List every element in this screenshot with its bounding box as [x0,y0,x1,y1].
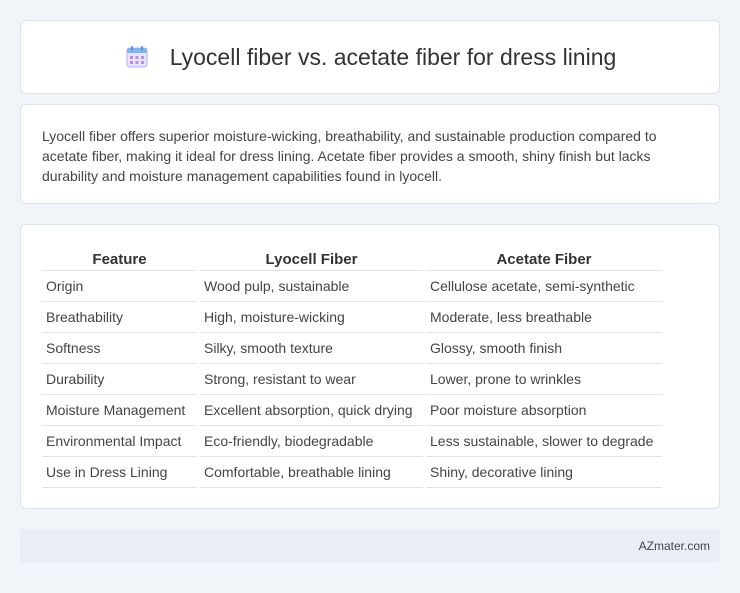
page-title: Lyocell fiber vs. acetate fiber for dres… [169,43,617,70]
lyocell-cell: Silky, smooth texture [200,333,423,364]
lyocell-cell: Comfortable, breathable lining [200,457,423,488]
table-row: Moisture Management Excellent absorption… [42,395,662,426]
feature-cell: Environmental Impact [42,426,197,457]
acetate-cell: Cellulose acetate, semi-synthetic [426,271,662,302]
acetate-cell: Poor moisture absorption [426,395,662,426]
summary-text: Lyocell fiber offers superior moisture-w… [42,128,657,184]
acetate-cell: Lower, prone to wrinkles [426,364,662,395]
acetate-cell: Less sustainable, slower to degrade [426,426,662,457]
column-header-acetate: Acetate Fiber [426,245,662,271]
table-row: Durability Strong, resistant to wear Low… [42,364,662,395]
acetate-cell: Shiny, decorative lining [426,457,662,488]
lyocell-cell: Strong, resistant to wear [200,364,423,395]
column-header-lyocell: Lyocell Fiber [200,245,423,271]
feature-cell: Use in Dress Lining [42,457,197,488]
header-card: Lyocell fiber vs. acetate fiber for dres… [20,20,720,94]
lyocell-cell: Excellent absorption, quick drying [200,395,423,426]
acetate-cell: Moderate, less breathable [426,302,662,333]
footer: AZmater.com [20,529,720,562]
comparison-card: Feature Lyocell Fiber Acetate Fiber Orig… [20,224,720,509]
table-row: Origin Wood pulp, sustainable Cellulose … [42,271,662,302]
lyocell-cell: Wood pulp, sustainable [200,271,423,302]
header: Lyocell fiber vs. acetate fiber for dres… [124,43,617,71]
column-header-feature: Feature [42,245,197,271]
lyocell-cell: Eco-friendly, biodegradable [200,426,423,457]
feature-cell: Moisture Management [42,395,197,426]
table-row: Softness Silky, smooth texture Glossy, s… [42,333,662,364]
summary-card: Lyocell fiber offers superior moisture-w… [20,104,720,204]
feature-cell: Softness [42,333,197,364]
feature-cell: Origin [42,271,197,302]
feature-cell: Durability [42,364,197,395]
acetate-cell: Glossy, smooth finish [426,333,662,364]
lyocell-cell: High, moisture-wicking [200,302,423,333]
calendar-icon [124,44,150,70]
footer-site-link[interactable]: AZmater.com [639,539,710,553]
table-header-row: Feature Lyocell Fiber Acetate Fiber [42,245,662,271]
table-row: Environmental Impact Eco-friendly, biode… [42,426,662,457]
table-row: Breathability High, moisture-wicking Mod… [42,302,662,333]
feature-cell: Breathability [42,302,197,333]
comparison-table: Feature Lyocell Fiber Acetate Fiber Orig… [39,245,665,488]
table-row: Use in Dress Lining Comfortable, breatha… [42,457,662,488]
